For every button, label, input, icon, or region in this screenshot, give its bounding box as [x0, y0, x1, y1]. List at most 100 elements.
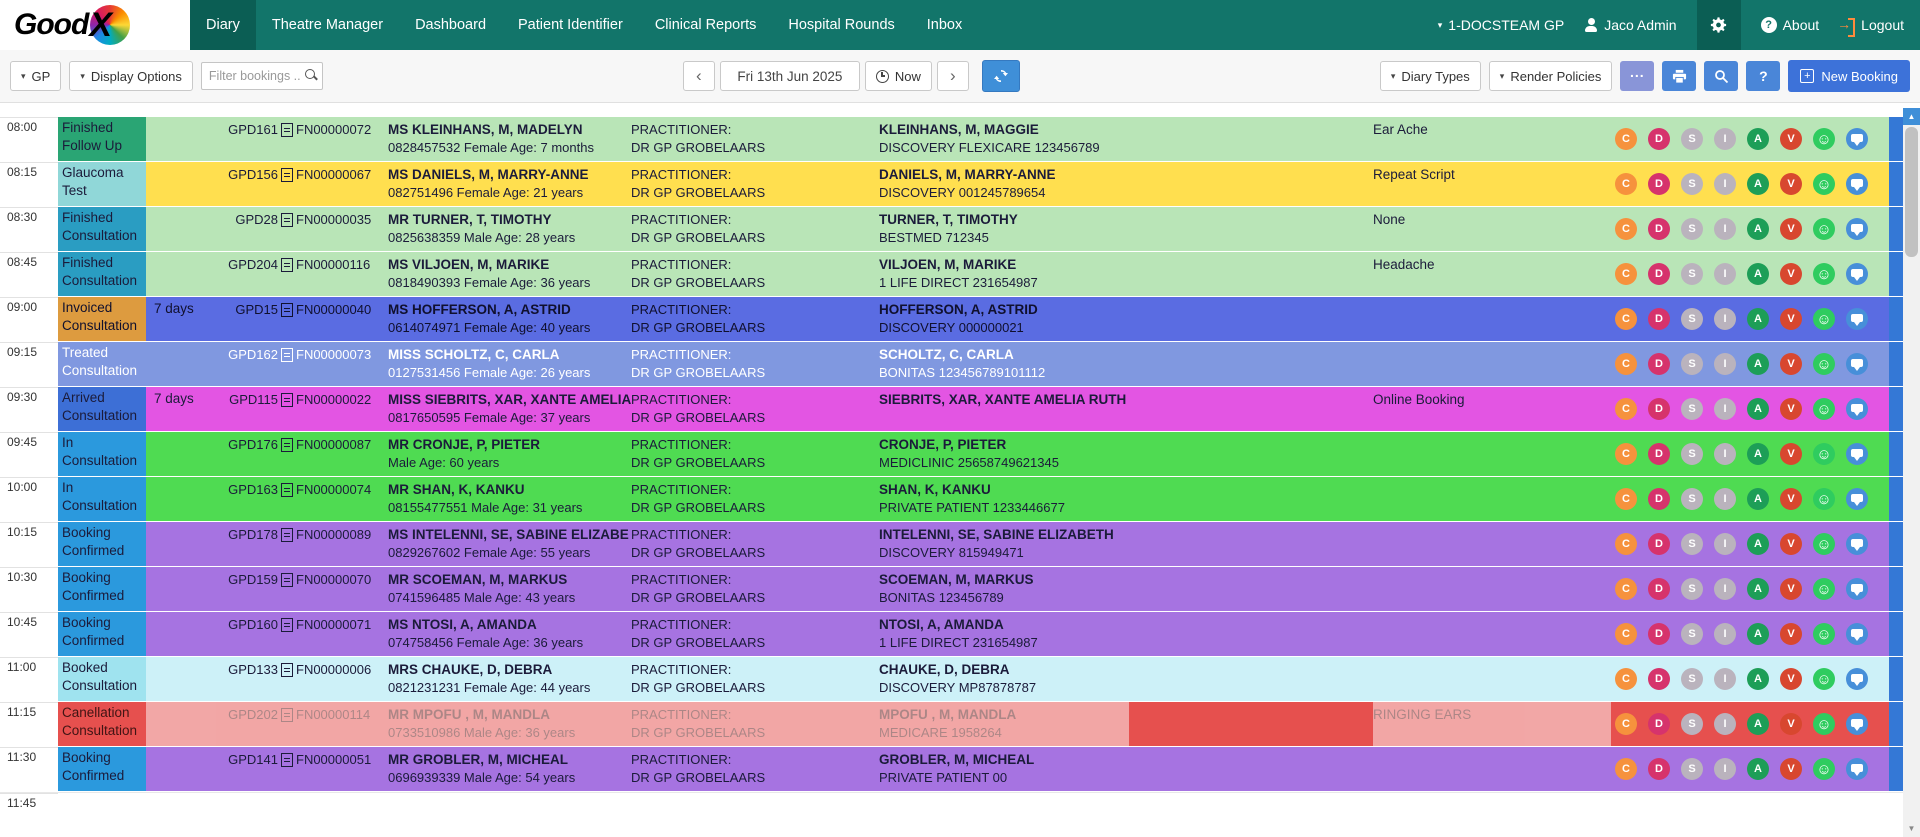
nav-tab-theatre-manager[interactable]: Theatre Manager — [256, 0, 399, 50]
scrollbar-thumb[interactable] — [1905, 127, 1918, 257]
c-button[interactable]: C — [1615, 578, 1637, 600]
s-button[interactable]: S — [1681, 488, 1703, 510]
chat-button[interactable] — [1846, 128, 1868, 150]
booking-row[interactable]: 09:45 In Consultation GPD176 FN00000087 … — [0, 432, 1903, 476]
c-button[interactable]: C — [1615, 398, 1637, 420]
a-button[interactable]: A — [1747, 308, 1769, 330]
settings-button[interactable] — [1697, 0, 1741, 50]
booking-row[interactable]: 08:30 Finished Consultation GPD28 FN0000… — [0, 207, 1903, 251]
i-button[interactable]: I — [1714, 578, 1736, 600]
a-button[interactable]: A — [1747, 668, 1769, 690]
a-button[interactable]: A — [1747, 758, 1769, 780]
a-button[interactable]: A — [1747, 533, 1769, 555]
i-button[interactable]: I — [1714, 308, 1736, 330]
a-button[interactable]: A — [1747, 488, 1769, 510]
chat-button[interactable] — [1846, 173, 1868, 195]
s-button[interactable]: S — [1681, 398, 1703, 420]
chat-button[interactable] — [1846, 758, 1868, 780]
booking-row[interactable]: 10:00 In Consultation GPD163 FN00000074 … — [0, 477, 1903, 521]
i-button[interactable]: I — [1714, 398, 1736, 420]
smiley-button[interactable]: ☺ — [1813, 353, 1835, 375]
c-button[interactable]: C — [1615, 173, 1637, 195]
chat-button[interactable] — [1846, 263, 1868, 285]
smiley-button[interactable]: ☺ — [1813, 578, 1835, 600]
practice-selector[interactable]: ▾ 1-DOCSTEAM GP — [1438, 17, 1564, 33]
s-button[interactable]: S — [1681, 353, 1703, 375]
d-button[interactable]: D — [1648, 218, 1670, 240]
s-button[interactable]: S — [1681, 713, 1703, 735]
booking-info[interactable]: GPD160 FN00000071 MS NTOSI, A, AMANDA 07… — [216, 612, 631, 656]
d-button[interactable]: D — [1648, 263, 1670, 285]
v-button[interactable]: V — [1780, 578, 1802, 600]
a-button[interactable]: A — [1747, 173, 1769, 195]
c-button[interactable]: C — [1615, 128, 1637, 150]
i-button[interactable]: I — [1714, 488, 1736, 510]
more-options-button[interactable]: ... — [1620, 61, 1654, 91]
booking-row[interactable]: 11:30 Booking Confirmed GPD141 FN0000005… — [0, 747, 1903, 791]
v-button[interactable]: V — [1780, 488, 1802, 510]
next-day-button[interactable]: › — [937, 61, 969, 91]
a-button[interactable]: A — [1747, 443, 1769, 465]
chat-button[interactable] — [1846, 353, 1868, 375]
v-button[interactable]: V — [1780, 398, 1802, 420]
smiley-button[interactable]: ☺ — [1813, 218, 1835, 240]
chat-button[interactable] — [1846, 578, 1868, 600]
s-button[interactable]: S — [1681, 623, 1703, 645]
d-button[interactable]: D — [1648, 758, 1670, 780]
scroll-up-button[interactable]: ▲ — [1903, 108, 1920, 125]
booking-row[interactable]: 11:45 — [0, 792, 1903, 836]
booking-row[interactable]: 08:15 Glaucoma Test GPD156 FN00000067 MS… — [0, 162, 1903, 206]
c-button[interactable]: C — [1615, 263, 1637, 285]
v-button[interactable]: V — [1780, 758, 1802, 780]
i-button[interactable]: I — [1714, 263, 1736, 285]
v-button[interactable]: V — [1780, 218, 1802, 240]
chat-button[interactable] — [1846, 218, 1868, 240]
c-button[interactable]: C — [1615, 713, 1637, 735]
d-button[interactable]: D — [1648, 668, 1670, 690]
i-button[interactable]: I — [1714, 443, 1736, 465]
booking-info[interactable]: GPD162 FN00000073 MISS SCHOLTZ, C, CARLA… — [216, 342, 631, 386]
scroll-down-button[interactable]: ▼ — [1903, 820, 1920, 837]
c-button[interactable]: C — [1615, 488, 1637, 510]
booking-row[interactable]: 09:30 Arrived Consultation 7 days GPD115… — [0, 387, 1903, 431]
s-button[interactable]: S — [1681, 128, 1703, 150]
booking-info[interactable]: GPD159 FN00000070 MR SCOEMAN, M, MARKUS … — [216, 567, 631, 611]
new-booking-button[interactable]: + New Booking — [1788, 60, 1910, 92]
d-button[interactable]: D — [1648, 488, 1670, 510]
v-button[interactable]: V — [1780, 308, 1802, 330]
booking-info[interactable]: GPD133 FN00000006 MRS CHAUKE, D, DEBRA 0… — [216, 657, 631, 701]
chat-button[interactable] — [1846, 713, 1868, 735]
d-button[interactable]: D — [1648, 173, 1670, 195]
d-button[interactable]: D — [1648, 713, 1670, 735]
i-button[interactable]: I — [1714, 623, 1736, 645]
a-button[interactable]: A — [1747, 713, 1769, 735]
c-button[interactable]: C — [1615, 353, 1637, 375]
chat-button[interactable] — [1846, 308, 1868, 330]
s-button[interactable]: S — [1681, 263, 1703, 285]
booking-row[interactable]: 08:00 Finished Follow Up GPD161 FN000000… — [0, 117, 1903, 161]
chat-button[interactable] — [1846, 668, 1868, 690]
booking-row[interactable]: 09:00 Invoiced Consultation 7 days GPD15… — [0, 297, 1903, 341]
d-button[interactable]: D — [1648, 398, 1670, 420]
nav-tab-inbox[interactable]: Inbox — [911, 0, 978, 50]
previous-day-button[interactable]: ‹ — [683, 61, 715, 91]
c-button[interactable]: C — [1615, 533, 1637, 555]
d-button[interactable]: D — [1648, 623, 1670, 645]
booking-row[interactable]: 11:15 Canellation Consultation GPD202 FN… — [0, 702, 1903, 746]
v-button[interactable]: V — [1780, 623, 1802, 645]
help-button[interactable]: ? — [1746, 61, 1780, 91]
booking-info[interactable]: GPD163 FN00000074 MR SHAN, K, KANKU 0815… — [216, 477, 631, 521]
nav-tab-hospital-rounds[interactable]: Hospital Rounds — [772, 0, 910, 50]
booking-row[interactable]: 11:00 Booked Consultation GPD133 FN00000… — [0, 657, 1903, 701]
a-button[interactable]: A — [1747, 218, 1769, 240]
i-button[interactable]: I — [1714, 668, 1736, 690]
smiley-button[interactable]: ☺ — [1813, 623, 1835, 645]
v-button[interactable]: V — [1780, 713, 1802, 735]
d-button[interactable]: D — [1648, 578, 1670, 600]
diary-types-dropdown[interactable]: ▾ Diary Types — [1380, 61, 1481, 91]
booking-info[interactable]: GPD202 FN00000114 MR MPOFU , M, MANDLA 0… — [216, 702, 631, 746]
booking-info[interactable]: GPD161 FN00000072 MS KLEINHANS, M, MADEL… — [216, 117, 631, 161]
s-button[interactable]: S — [1681, 758, 1703, 780]
smiley-button[interactable]: ☺ — [1813, 173, 1835, 195]
s-button[interactable]: S — [1681, 308, 1703, 330]
